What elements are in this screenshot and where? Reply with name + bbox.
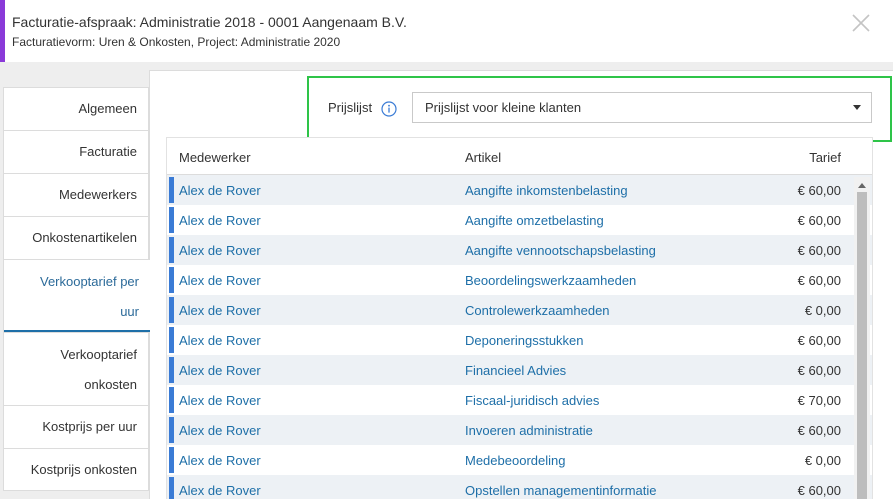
tab-label: Kostprijs onkosten xyxy=(30,462,137,477)
close-icon[interactable] xyxy=(850,12,872,34)
table-row[interactable]: Alex de Rover Beoordelingswerkzaamheden € … xyxy=(167,265,872,295)
tab-facturatie[interactable]: Facturatie xyxy=(3,130,149,173)
employee-link[interactable]: Alex de Rover xyxy=(179,483,261,498)
pricelist-selected-value: Prijslijst voor kleine klanten xyxy=(425,100,582,115)
rate-value: € 60,00 xyxy=(797,483,841,498)
tab-label: Kostprijs per uur xyxy=(42,419,137,434)
tab-verkooptarief-per-uur[interactable]: Verkooptarief per uur xyxy=(3,259,150,332)
tab-label: Facturatie xyxy=(79,144,137,159)
article-link[interactable]: Invoeren administratie xyxy=(465,423,593,438)
tab-label: Medewerkers xyxy=(58,187,137,202)
article-link[interactable]: Opstellen managementinformatie xyxy=(465,483,657,498)
table-row[interactable]: Alex de Rover Fiscaal-juridisch advies € 7… xyxy=(167,385,872,415)
employee-link[interactable]: Alex de Rover xyxy=(179,393,261,408)
rate-value: € 60,00 xyxy=(797,183,841,198)
table-body: Alex de Rover Aangifte inkomstenbelasting… xyxy=(167,175,872,499)
table-row[interactable]: Alex de Rover Aangifte vennootschapsbelas… xyxy=(167,235,872,265)
row-marker xyxy=(169,267,174,293)
rate-value: € 0,00 xyxy=(804,453,841,468)
header-accent-bar xyxy=(0,0,5,62)
pricelist-label: Prijslijst xyxy=(328,100,373,115)
article-link[interactable]: Aangifte inkomstenbelasting xyxy=(465,183,628,198)
info-icon[interactable] xyxy=(381,101,397,117)
article-link[interactable]: Financieel Advies xyxy=(465,363,566,378)
article-link[interactable]: Deponeringsstukken xyxy=(465,333,584,348)
employee-link[interactable]: Alex de Rover xyxy=(179,273,261,288)
article-link[interactable]: Aangifte omzetbelasting xyxy=(465,213,604,228)
employee-link[interactable]: Alex de Rover xyxy=(179,333,261,348)
side-tabs: Algemeen Facturatie Medewerkers Onkosten… xyxy=(3,87,150,491)
employee-link[interactable]: Alex de Rover xyxy=(179,303,261,318)
tab-kostprijs-onkosten[interactable]: Kostprijs onkosten xyxy=(3,448,149,491)
tab-onkostenartikelen[interactable]: Onkostenartikelen xyxy=(3,216,149,259)
article-link[interactable]: Controlewerkzaamheden xyxy=(465,303,610,318)
tab-label: Verkooptarief onkosten xyxy=(60,347,137,392)
table-header: Medewerker Artikel Tarief xyxy=(167,138,872,175)
tab-label: Algemeen xyxy=(78,101,137,116)
rate-value: € 60,00 xyxy=(797,213,841,228)
rates-table: Medewerker Artikel Tarief Alex de Rover A… xyxy=(166,137,873,499)
article-link[interactable]: Fiscaal-juridisch advies xyxy=(465,393,599,408)
row-marker xyxy=(169,177,174,203)
dialog-title: Facturatie-afspraak: Administratie 2018 … xyxy=(12,14,407,30)
employee-link[interactable]: Alex de Rover xyxy=(179,423,261,438)
row-marker xyxy=(169,327,174,353)
employee-link[interactable]: Alex de Rover xyxy=(179,183,261,198)
row-marker xyxy=(169,387,174,413)
scrollbar-thumb[interactable] xyxy=(857,192,867,499)
employee-link[interactable]: Alex de Rover xyxy=(179,213,261,228)
tab-kostprijs-per-uur[interactable]: Kostprijs per uur xyxy=(3,405,149,448)
article-link[interactable]: Aangifte vennootschapsbelasting xyxy=(465,243,656,258)
column-header-tarief[interactable]: Tarief xyxy=(809,150,841,165)
column-header-artikel[interactable]: Artikel xyxy=(465,150,501,165)
table-row[interactable]: Alex de Rover Aangifte inkomstenbelasting… xyxy=(167,175,872,205)
table-row[interactable]: Alex de Rover Deponeringsstukken € 60,00 xyxy=(167,325,872,355)
dialog-header: Facturatie-afspraak: Administratie 2018 … xyxy=(0,0,893,62)
tab-label: Onkostenartikelen xyxy=(32,230,137,245)
pricelist-select[interactable]: Prijslijst voor kleine klanten xyxy=(412,92,872,123)
rate-value: € 70,00 xyxy=(797,393,841,408)
article-link[interactable]: Medebeoordeling xyxy=(465,453,565,468)
employee-link[interactable]: Alex de Rover xyxy=(179,363,261,378)
table-row[interactable]: Alex de Rover Invoeren administratie € 60,… xyxy=(167,415,872,445)
table-row[interactable]: Alex de Rover Aangifte omzetbelasting € 60… xyxy=(167,205,872,235)
employee-link[interactable]: Alex de Rover xyxy=(179,453,261,468)
rate-value: € 60,00 xyxy=(797,423,841,438)
row-marker xyxy=(169,207,174,233)
row-marker xyxy=(169,357,174,383)
tab-algemeen[interactable]: Algemeen xyxy=(3,87,149,130)
row-marker xyxy=(169,297,174,323)
employee-link[interactable]: Alex de Rover xyxy=(179,243,261,258)
rate-value: € 60,00 xyxy=(797,363,841,378)
row-marker xyxy=(169,237,174,263)
table-row[interactable]: Alex de Rover Financieel Advies € 60,00 xyxy=(167,355,872,385)
table-scrollbar[interactable] xyxy=(854,177,870,499)
table-row[interactable]: Alex de Rover Controlewerkzaamheden € 0,00 xyxy=(167,295,872,325)
dialog-subtitle: Facturatievorm: Uren & Onkosten, Project… xyxy=(12,35,341,49)
caret-down-icon xyxy=(853,105,861,110)
tab-medewerkers[interactable]: Medewerkers xyxy=(3,173,149,216)
rate-value: € 0,00 xyxy=(804,303,841,318)
table-row[interactable]: Alex de Rover Opstellen managementinforma… xyxy=(167,475,872,499)
tab-verkooptarief-onkosten[interactable]: Verkooptarief onkosten xyxy=(3,332,149,405)
row-marker xyxy=(169,477,174,499)
column-header-medewerker[interactable]: Medewerker xyxy=(179,150,251,165)
row-marker xyxy=(169,447,174,473)
tab-label: Verkooptarief per uur xyxy=(39,274,139,319)
table-row[interactable]: Alex de Rover Medebeoordeling € 0,00 xyxy=(167,445,872,475)
article-link[interactable]: Beoordelingswerkzaamheden xyxy=(465,273,636,288)
row-marker xyxy=(169,417,174,443)
rate-value: € 60,00 xyxy=(797,333,841,348)
rate-value: € 60,00 xyxy=(797,243,841,258)
rate-value: € 60,00 xyxy=(797,273,841,288)
scroll-up-arrow-icon[interactable] xyxy=(858,183,866,188)
